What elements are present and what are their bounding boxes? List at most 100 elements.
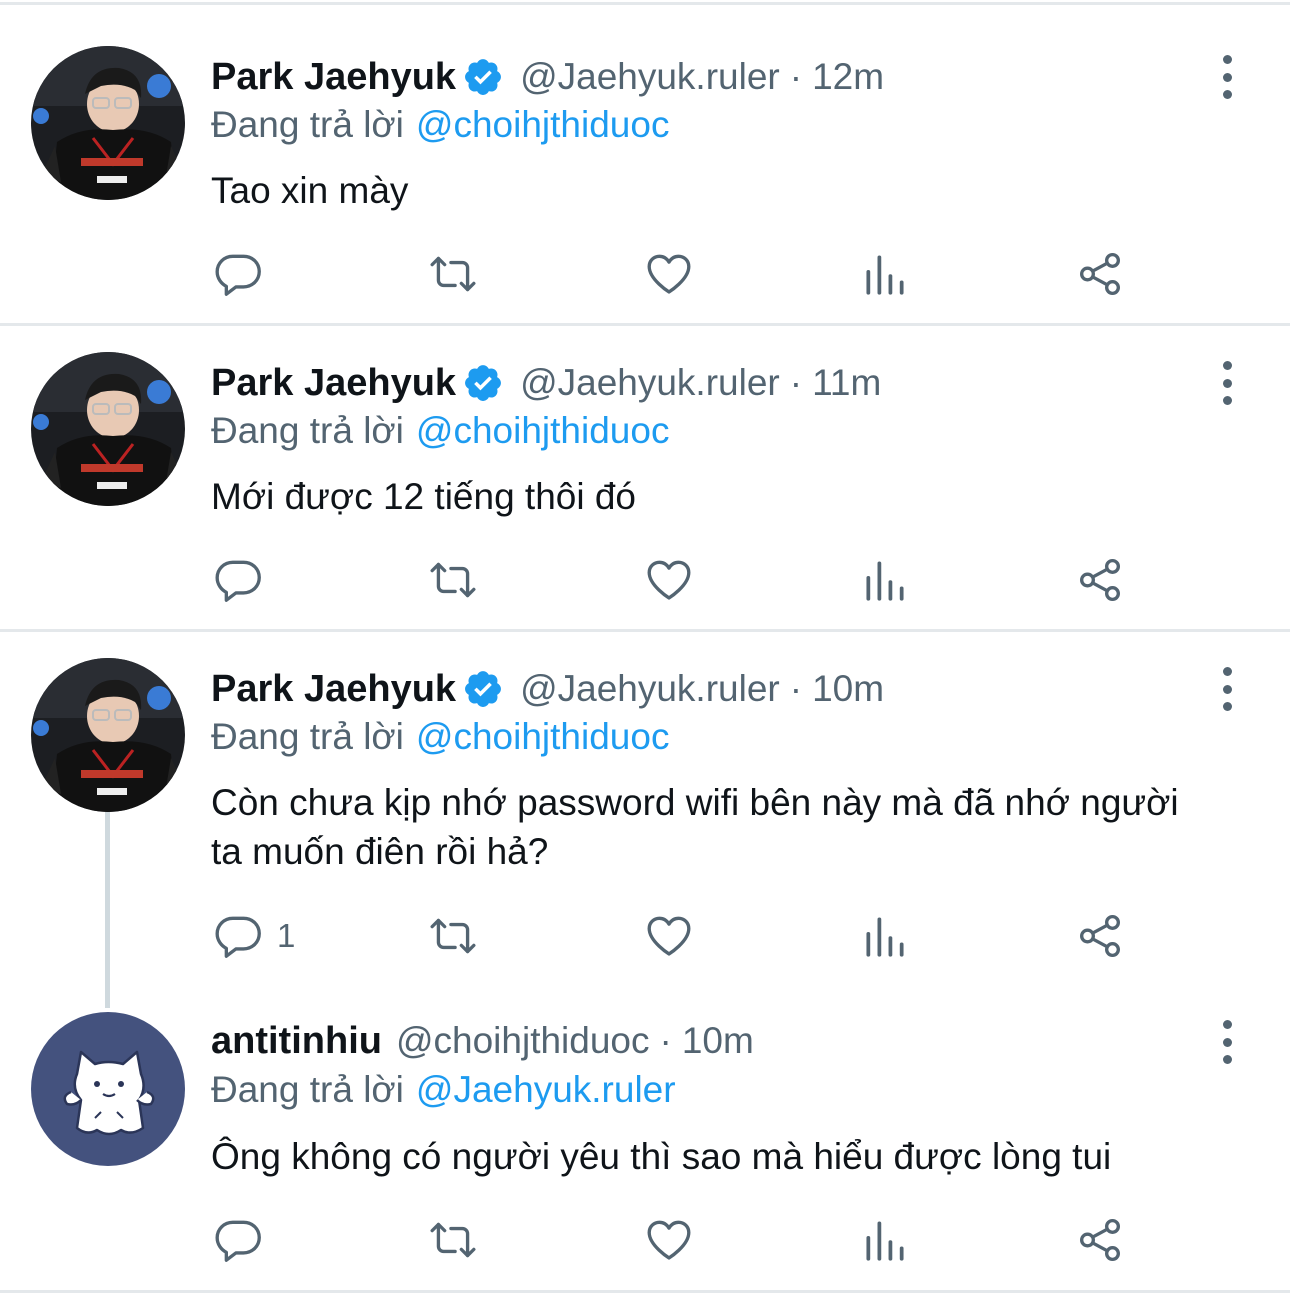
reply-button[interactable]: 1: [213, 908, 295, 964]
mention-link[interactable]: @choihjthiduoc: [416, 410, 670, 451]
display-name[interactable]: Park Jaehyuk: [211, 668, 456, 711]
timestamp[interactable]: 10m: [682, 1020, 754, 1062]
mention-link[interactable]: @choihjthiduoc: [416, 716, 670, 757]
retweet-icon: [430, 562, 476, 598]
tweet[interactable]: Park Jaehyuk @Jaehyuk.ruler · 11m Đang t…: [0, 326, 1290, 629]
separator-dot: ·: [789, 362, 803, 403]
separator-dot: ·: [789, 668, 803, 709]
cat-avatar-icon: [31, 1012, 185, 1166]
display-name[interactable]: Park Jaehyuk: [211, 362, 456, 405]
reply-icon: [215, 1220, 261, 1262]
views-button[interactable]: [860, 1212, 910, 1268]
more-options-button[interactable]: [1208, 359, 1246, 407]
views-icon: [866, 917, 904, 957]
tweet-header: Park Jaehyuk @Jaehyuk.ruler · 10m: [211, 664, 884, 714]
share-icon: [1080, 1218, 1120, 1262]
username-handle[interactable]: @Jaehyuk.ruler: [520, 362, 780, 404]
views-button[interactable]: [860, 908, 910, 964]
share-button[interactable]: [1075, 1212, 1125, 1268]
like-button[interactable]: [644, 246, 694, 302]
verified-badge-icon: [462, 668, 504, 710]
replying-to-label: Đang trả lời: [211, 1069, 404, 1110]
views-icon: [866, 561, 904, 601]
mention-link[interactable]: @Jaehyuk.ruler: [416, 1069, 676, 1110]
replying-to-label: Đang trả lời: [211, 104, 404, 145]
heart-icon: [647, 916, 691, 956]
share-button[interactable]: [1075, 908, 1125, 964]
mention-link[interactable]: @choihjthiduoc: [416, 104, 670, 145]
like-button[interactable]: [644, 552, 694, 608]
timestamp[interactable]: 12m: [812, 56, 884, 98]
tweet-actions: 1: [0, 908, 1290, 968]
share-button[interactable]: [1075, 552, 1125, 608]
reply-count: 1: [277, 917, 296, 954]
replying-to: Đang trả lời @choihjthiduoc: [211, 101, 669, 149]
share-icon: [1080, 914, 1120, 958]
verified-badge-icon: [462, 56, 504, 98]
retweet-button[interactable]: [428, 1212, 478, 1268]
share-button[interactable]: [1075, 246, 1125, 302]
avatar[interactable]: [31, 658, 185, 812]
tweet[interactable]: antitinhiu @choihjthiduoc · 10m Đang trả…: [0, 1002, 1290, 1290]
retweet-button[interactable]: [428, 552, 478, 608]
retweet-button[interactable]: [428, 246, 478, 302]
reply-icon: [215, 916, 261, 958]
views-button[interactable]: [860, 552, 910, 608]
heart-icon: [647, 1220, 691, 1260]
username-handle[interactable]: @Jaehyuk.ruler: [520, 668, 780, 710]
display-name[interactable]: antitinhiu: [211, 1020, 382, 1063]
retweet-icon: [430, 256, 476, 292]
avatar[interactable]: [31, 1012, 185, 1166]
more-vertical-icon: [1222, 361, 1232, 370]
separator-dot: ·: [789, 56, 803, 97]
like-button[interactable]: [644, 1212, 694, 1268]
views-icon: [866, 1221, 904, 1261]
more-vertical-icon: [1222, 55, 1232, 64]
replying-to: Đang trả lời @choihjthiduoc: [211, 713, 669, 761]
retweet-icon: [430, 1222, 476, 1258]
username-handle[interactable]: @choihjthiduoc: [396, 1020, 650, 1062]
display-name[interactable]: Park Jaehyuk: [211, 56, 456, 99]
avatar-photo-icon: [31, 46, 185, 200]
tweet-text: Mới được 12 tiếng thôi đó: [211, 476, 637, 517]
tweet[interactable]: Park Jaehyuk @Jaehyuk.ruler · 10m Đang t…: [0, 632, 1290, 1002]
timestamp[interactable]: 11m: [812, 362, 881, 404]
more-options-button[interactable]: [1208, 53, 1246, 101]
replying-to: Đang trả lời @Jaehyuk.ruler: [211, 1066, 676, 1114]
avatar[interactable]: [31, 352, 185, 506]
tweet-actions: [0, 1212, 1290, 1272]
username-handle[interactable]: @Jaehyuk.ruler: [520, 56, 780, 98]
like-button[interactable]: [644, 908, 694, 964]
heart-icon: [647, 560, 691, 600]
tweet-text: Tao xin mày: [211, 170, 409, 211]
replying-to-label: Đang trả lời: [211, 410, 404, 451]
replying-to-label: Đang trả lời: [211, 716, 404, 757]
share-icon: [1080, 558, 1120, 602]
avatar-photo-icon: [31, 658, 185, 812]
more-options-button[interactable]: [1208, 665, 1246, 713]
views-icon: [866, 255, 904, 295]
heart-icon: [647, 254, 691, 294]
reply-button[interactable]: [213, 1212, 277, 1268]
reply-icon: [215, 254, 261, 296]
views-button[interactable]: [860, 246, 910, 302]
tweet-actions: [0, 246, 1290, 306]
divider: [0, 1290, 1290, 1293]
replying-to: Đang trả lời @choihjthiduoc: [211, 407, 669, 455]
retweet-button[interactable]: [428, 908, 478, 964]
tweet-actions: [0, 552, 1290, 612]
more-vertical-icon: [1222, 667, 1232, 676]
separator-dot: ·: [659, 1020, 672, 1061]
timestamp[interactable]: 10m: [812, 668, 884, 710]
more-options-button[interactable]: [1208, 1018, 1246, 1066]
tweet[interactable]: Park Jaehyuk @Jaehyuk.ruler · 12m Đang t…: [0, 0, 1290, 323]
reply-button[interactable]: [213, 246, 277, 302]
avatar-photo-icon: [31, 352, 185, 506]
reply-button[interactable]: [213, 552, 277, 608]
share-icon: [1080, 252, 1120, 296]
tweet-header: antitinhiu @choihjthiduoc · 10m: [211, 1016, 754, 1066]
avatar[interactable]: [31, 46, 185, 200]
retweet-icon: [430, 918, 476, 954]
more-vertical-icon: [1222, 1020, 1232, 1029]
tweet-text: Ông không có người yêu thì sao mà hiểu đ…: [211, 1136, 1112, 1177]
